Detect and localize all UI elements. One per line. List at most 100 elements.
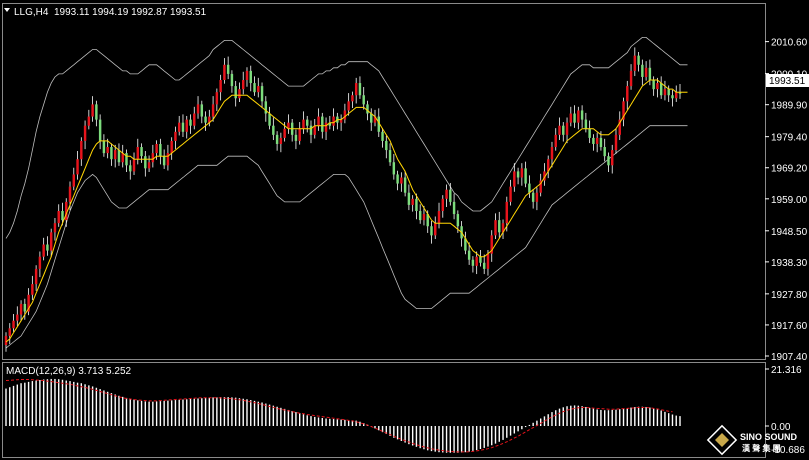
- candle-body: [294, 134, 298, 141]
- price-tick-label: 1917.60: [771, 321, 808, 332]
- candle-body: [607, 156, 610, 166]
- candle-body: [637, 55, 640, 65]
- candle-body: [140, 147, 143, 157]
- candle-body: [505, 201, 509, 224]
- candle-body: [12, 320, 15, 329]
- price-tick-label: 1907.40: [771, 352, 808, 363]
- candle-body: [42, 244, 45, 257]
- candle-body: [98, 119, 102, 141]
- candle-body: [200, 104, 204, 117]
- candle-body: [603, 147, 606, 157]
- candle-body: [4, 335, 8, 346]
- candle-body: [434, 223, 437, 236]
- price-tick-label: 1969.20: [771, 164, 808, 175]
- candle-body: [38, 256, 42, 269]
- candle-body: [467, 250, 471, 260]
- candle-body: [230, 73, 234, 87]
- candle-body: [72, 174, 76, 187]
- candle-body: [629, 70, 633, 87]
- candle-body: [479, 256, 482, 263]
- candle-body: [343, 110, 347, 120]
- candle-body: [392, 162, 396, 175]
- candle-body: [370, 113, 373, 123]
- candle-body: [592, 137, 595, 144]
- candle-body: [204, 116, 207, 123]
- candle-body: [648, 67, 652, 81]
- candle-body: [565, 122, 569, 135]
- candle-body: [241, 80, 245, 90]
- candle-body: [671, 95, 674, 99]
- candle-body: [8, 328, 11, 336]
- candle-body: [91, 104, 94, 117]
- candle-body: [418, 210, 422, 221]
- candle-body: [595, 137, 599, 144]
- candle-body: [516, 171, 520, 178]
- candle-body: [513, 171, 516, 187]
- candle-body: [351, 95, 354, 102]
- candle-body: [580, 110, 584, 120]
- candle-body: [132, 159, 136, 172]
- candle-body: [279, 137, 283, 144]
- candle-body: [509, 186, 512, 202]
- candle-body: [347, 101, 350, 111]
- candle-body: [61, 210, 64, 221]
- candle-body: [234, 86, 237, 99]
- candle-body: [117, 150, 121, 163]
- current-price-label: 1993.51: [769, 76, 806, 87]
- candle-body: [573, 113, 576, 123]
- logo-line2: 漢 聲 集 團: [742, 443, 781, 453]
- candle-body: [584, 119, 588, 129]
- candle-body: [411, 198, 414, 205]
- candle-body: [249, 70, 252, 84]
- candle-body: [16, 314, 19, 321]
- candle-body: [211, 104, 215, 117]
- candle-body: [162, 156, 166, 166]
- candle-body: [121, 153, 124, 163]
- price-tick-label: 1927.80: [771, 290, 808, 301]
- candle-body: [528, 183, 531, 193]
- candle-body: [238, 89, 241, 99]
- candle-body: [177, 122, 181, 132]
- candle-body: [298, 128, 301, 141]
- candle-body: [449, 189, 452, 202]
- chart-header: LLG,H4 1993.11 1994.19 1992.87 1993.51: [4, 7, 207, 18]
- price-tick-label: 1979.40: [771, 133, 808, 144]
- candle-body: [641, 64, 644, 77]
- candle-body: [253, 83, 256, 93]
- candle-body: [626, 86, 629, 102]
- candle-body: [656, 83, 659, 90]
- candle-body: [170, 140, 173, 154]
- candle-body: [558, 125, 561, 135]
- candle-body: [610, 150, 614, 166]
- candle-body: [456, 214, 460, 227]
- candle-body: [430, 226, 433, 236]
- candle-body: [317, 116, 320, 126]
- candle-body: [226, 64, 230, 74]
- candle-body: [68, 186, 72, 202]
- candle-body: [445, 189, 448, 199]
- candle-body: [415, 198, 418, 211]
- candle-body: [486, 253, 490, 269]
- ohlc-label: 1993.11 1994.19 1992.87 1993.51: [54, 7, 207, 18]
- candle-body: [106, 147, 109, 154]
- candle-body: [475, 256, 478, 266]
- candle-body: [151, 153, 155, 163]
- candle-body: [129, 165, 132, 172]
- candle-body: [53, 223, 57, 233]
- candle-body: [633, 55, 637, 71]
- candle-body: [400, 177, 403, 184]
- candle-body: [257, 86, 260, 93]
- candle-body: [306, 119, 309, 126]
- candle-body: [321, 116, 324, 132]
- candle-body: [388, 150, 392, 163]
- candle-body: [663, 89, 667, 96]
- symbol-label: LLG,H4: [14, 7, 49, 18]
- macd-header: MACD(12,26,9) 3.713 5.252: [6, 366, 132, 377]
- candle-body: [196, 104, 200, 114]
- current-price-marker: 1993.51: [766, 74, 809, 87]
- candle-body: [80, 140, 83, 160]
- candle-body: [19, 303, 23, 315]
- candle-body: [159, 143, 162, 157]
- candle-body: [83, 125, 87, 141]
- candle-body: [358, 83, 362, 96]
